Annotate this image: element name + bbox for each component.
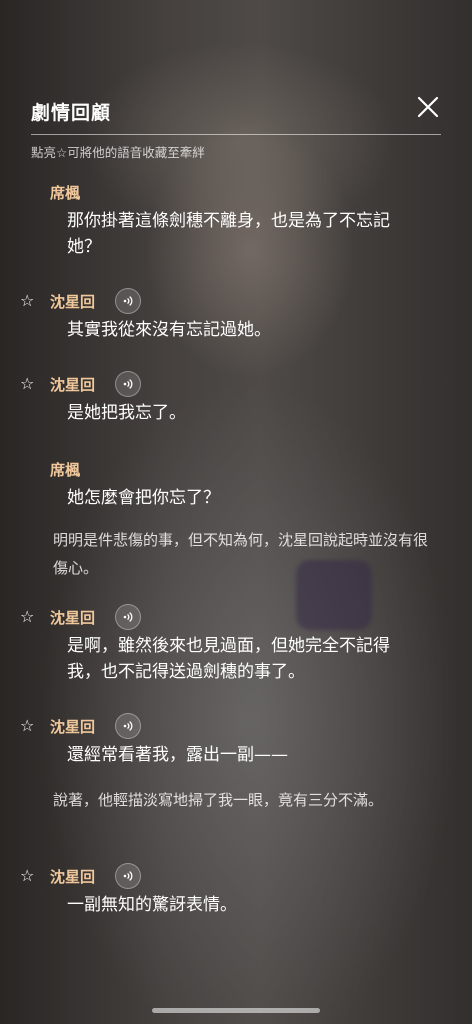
dialogue-text: 那你掛著這條劍穗不離身，也是為了不忘記她？ bbox=[67, 211, 390, 257]
star-outline-icon[interactable]: ☆ bbox=[20, 717, 34, 735]
dialogue-entry: ☆ 沈星回 其實我從來沒有忘記過她。 bbox=[0, 287, 472, 343]
subtitle: 點亮☆可將他的語音收藏至牽絆 bbox=[31, 145, 205, 160]
speaker-name: 沈星回 bbox=[50, 293, 96, 311]
narration-text: 說著，他輕描淡寫地掃了我一眼，竟有三分不滿。 bbox=[53, 791, 384, 809]
dialogue-entry: ☆ 沈星回 還經常看著我，露出一副—— bbox=[0, 712, 472, 768]
speaker-name: 席楓 bbox=[50, 184, 81, 202]
star-outline-icon[interactable]: ☆ bbox=[20, 608, 34, 626]
dialogue-text: 一副無知的驚訝表情。 bbox=[67, 895, 237, 915]
dialogue-entry: ☆ 沈星回 一副無知的驚訝表情。 bbox=[0, 862, 472, 918]
star-outline-icon[interactable]: ☆ bbox=[20, 292, 34, 310]
voice-play-button[interactable] bbox=[115, 863, 141, 889]
voice-play-button[interactable] bbox=[115, 288, 141, 314]
speaker-name: 席楓 bbox=[50, 461, 81, 479]
close-icon bbox=[417, 96, 439, 118]
home-indicator[interactable] bbox=[152, 1008, 320, 1013]
voice-play-icon bbox=[123, 871, 133, 881]
speaker-name: 沈星回 bbox=[50, 718, 96, 736]
dialogue-text: 是她把我忘了。 bbox=[67, 403, 186, 423]
dialogue-entry: 席楓 那你掛著這條劍穗不離身，也是為了不忘記她？ bbox=[0, 178, 472, 260]
voice-play-button[interactable] bbox=[115, 604, 141, 630]
speaker-name: 沈星回 bbox=[50, 868, 96, 886]
speaker-name: 沈星回 bbox=[50, 609, 96, 627]
narration-text: 明明是件悲傷的事，但不知為何，沈星回說起時並沒有很傷心。 bbox=[53, 531, 429, 577]
dialogue-text: 還經常看著我，露出一副—— bbox=[67, 745, 288, 765]
voice-play-icon bbox=[123, 721, 133, 731]
dialogue-text: 其實我從來沒有忘記過她。 bbox=[67, 320, 271, 340]
star-outline-icon[interactable]: ☆ bbox=[20, 375, 34, 393]
page-title: 劇情回顧 bbox=[31, 102, 112, 124]
header-divider bbox=[31, 134, 441, 135]
dialogue-text: 她怎麼會把你忘了？ bbox=[67, 488, 220, 508]
header: 劇情回顧 bbox=[31, 96, 441, 125]
voice-play-icon bbox=[123, 379, 133, 389]
voice-play-icon bbox=[123, 612, 133, 622]
dialogue-entry: ☆ 沈星回 是啊，雖然後來也見過面，但她完全不記得我，也不記得送過劍穗的事了。 bbox=[0, 603, 472, 685]
voice-play-icon bbox=[123, 296, 133, 306]
dialogue-entry: ☆ 沈星回 是她把我忘了。 bbox=[0, 370, 472, 426]
star-outline-icon[interactable]: ☆ bbox=[20, 867, 34, 885]
dialogue-text: 是啊，雖然後來也見過面，但她完全不記得我，也不記得送過劍穗的事了。 bbox=[67, 636, 390, 682]
voice-play-button[interactable] bbox=[115, 371, 141, 397]
voice-play-button[interactable] bbox=[115, 713, 141, 739]
dialogue-entry: 席楓 她怎麼會把你忘了？ bbox=[0, 455, 472, 511]
speaker-name: 沈星回 bbox=[50, 376, 96, 394]
close-button[interactable] bbox=[415, 94, 441, 120]
